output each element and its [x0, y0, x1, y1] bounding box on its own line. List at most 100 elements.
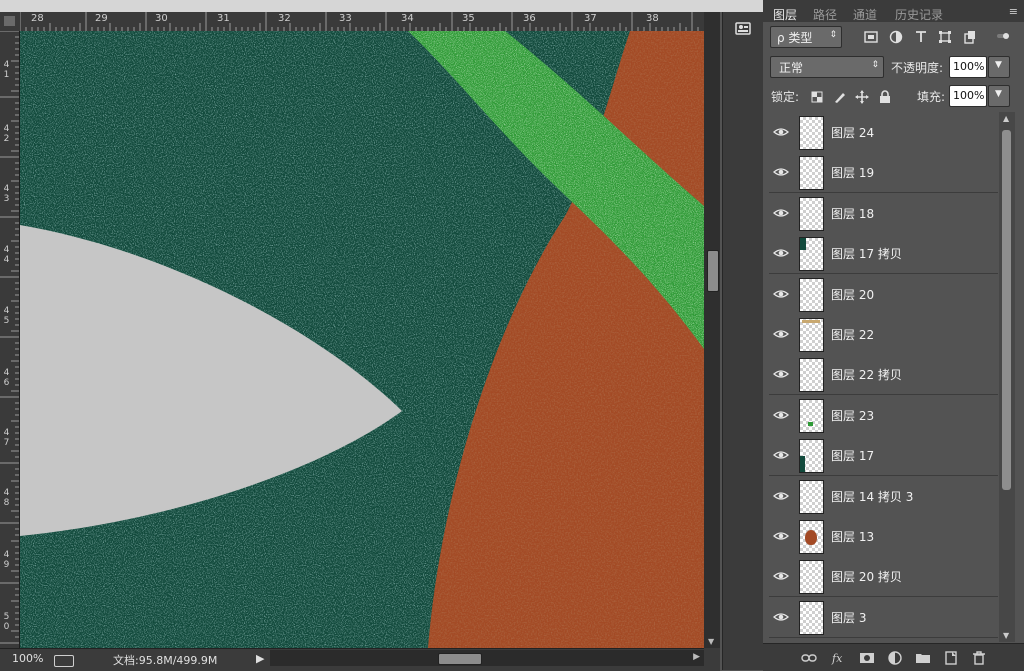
pixel-filter-icon[interactable] [864, 30, 878, 44]
layer-row[interactable]: 图层 22 拷贝 [769, 354, 998, 396]
scroll-right-arrow[interactable]: ▶ [693, 652, 700, 662]
layer-thumbnail[interactable] [799, 156, 824, 191]
lock-all-icon[interactable] [878, 90, 892, 104]
layer-row[interactable]: 图层 17 拷贝 [769, 233, 998, 275]
visibility-eye-icon[interactable] [773, 528, 789, 544]
layer-row[interactable]: 图层 17 [769, 435, 998, 477]
layer-thumbnail[interactable] [799, 600, 824, 635]
shape-filter-icon[interactable] [938, 30, 952, 44]
visibility-eye-icon[interactable] [773, 286, 789, 302]
layer-name[interactable]: 图层 23 [831, 407, 874, 424]
lock-image-pixels-icon[interactable] [833, 90, 847, 104]
layer-list[interactable]: 图层 24 图层 19 图层 18 图层 17 拷贝 图层 20 图层 22 图层 22 拷… [769, 112, 998, 642]
fill-dropdown[interactable]: ▼ [988, 85, 1010, 107]
visibility-eye-icon[interactable] [773, 164, 789, 180]
canvas-vertical-scrollbar[interactable]: ▼ [704, 12, 720, 648]
layer-thumbnail[interactable] [799, 439, 824, 474]
blend-mode-select[interactable]: 正常 ⇕ [770, 56, 884, 78]
layer-name[interactable]: 图层 22 [831, 326, 874, 343]
layer-row[interactable]: 图层 20 [769, 273, 998, 315]
adjustment-filter-icon[interactable] [889, 30, 903, 44]
layer-thumbnail[interactable] [799, 116, 824, 150]
layer-thumbnail[interactable] [799, 318, 824, 352]
visibility-eye-icon[interactable] [773, 407, 789, 423]
layer-row[interactable]: 图层 18 [769, 192, 998, 234]
adjustment-layer-icon[interactable] [887, 650, 903, 666]
layer-thumbnail[interactable] [799, 560, 824, 595]
visibility-eye-icon[interactable] [773, 609, 789, 625]
visibility-eye-icon[interactable] [773, 326, 789, 342]
layer-thumbnail[interactable] [799, 196, 824, 231]
swatch-panel-icon[interactable] [735, 20, 751, 36]
visibility-eye-icon[interactable] [773, 245, 789, 261]
layer-name[interactable]: 图层 24 [831, 124, 874, 141]
layer-name[interactable]: 图层 13 [831, 528, 874, 545]
type-filter-icon[interactable] [914, 30, 928, 44]
smart-object-filter-icon[interactable] [963, 30, 977, 44]
filter-toggle-icon[interactable] [995, 28, 1011, 44]
ruler-origin[interactable] [0, 12, 21, 32]
zoom-level[interactable]: 100% [12, 652, 43, 665]
lock-position-icon[interactable] [855, 90, 869, 104]
layer-row[interactable]: 图层 19 [769, 152, 998, 194]
horizontal-scroll-thumb[interactable] [438, 653, 482, 665]
tab-paths[interactable]: 路径 [813, 6, 837, 23]
new-layer-icon[interactable] [943, 650, 959, 666]
layer-name[interactable]: 图层 17 拷贝 [831, 245, 902, 262]
layer-name[interactable]: 图层 19 [831, 164, 874, 181]
list-scroll-down-arrow[interactable]: ▼ [1003, 631, 1009, 640]
layer-style-fx-icon[interactable]: fx [831, 650, 847, 666]
layer-row[interactable]: 图层 14 拷贝 3 [769, 475, 998, 517]
fill-input[interactable]: 100% [949, 85, 987, 107]
layer-thumbnail[interactable] [799, 358, 824, 393]
layer-row[interactable]: 图层 20 拷贝 [769, 556, 998, 598]
layer-thumbnail[interactable] [799, 479, 824, 514]
layer-row[interactable]: 图层 23 [769, 394, 998, 436]
list-scroll-up-arrow[interactable]: ▲ [1003, 114, 1009, 123]
layer-name[interactable]: 图层 18 [831, 205, 874, 222]
layer-row[interactable]: 图层 3 [769, 596, 998, 638]
add-mask-icon[interactable] [859, 650, 875, 666]
panel-menu-icon[interactable]: ≡ [1009, 5, 1018, 18]
layer-name[interactable]: 图层 22 拷贝 [831, 366, 902, 383]
tab-channels[interactable]: 通道 [853, 6, 877, 23]
visibility-eye-icon[interactable] [773, 205, 789, 221]
ruler-v-label: 4 [3, 306, 10, 316]
layer-name[interactable]: 图层 20 [831, 286, 874, 303]
visibility-eye-icon[interactable] [773, 124, 789, 140]
tab-history[interactable]: 历史记录 [895, 6, 943, 23]
tab-layers[interactable]: 图层 [773, 6, 797, 23]
layer-name[interactable]: 图层 20 拷贝 [831, 568, 902, 585]
layer-name[interactable]: 图层 3 [831, 609, 866, 626]
visibility-eye-icon[interactable] [773, 366, 789, 382]
list-scroll-thumb[interactable] [1002, 130, 1011, 490]
link-layers-icon[interactable] [801, 650, 817, 666]
layer-row[interactable]: 图层 13 [769, 516, 998, 557]
horizontal-ruler[interactable]: 28 29 30 31 32 33 34 35 36 37 38 [20, 12, 704, 32]
visibility-eye-icon[interactable] [773, 568, 789, 584]
lock-transparent-pixels-icon[interactable] [810, 90, 824, 104]
layer-name[interactable]: 图层 17 [831, 447, 874, 464]
layer-row[interactable]: 图层 22 [769, 314, 998, 355]
visibility-eye-icon[interactable] [773, 447, 789, 463]
layer-thumbnail[interactable] [799, 277, 824, 312]
layer-row[interactable]: 图层 24 [769, 112, 998, 153]
canvas-horizontal-scrollbar[interactable]: ▶ [270, 650, 704, 666]
status-menu-arrow-icon[interactable]: ▶ [256, 652, 264, 665]
scroll-down-arrow[interactable]: ▼ [708, 637, 714, 646]
layer-filter-select[interactable]: ρ 类型 ⇕ [770, 26, 842, 48]
layer-list-scrollbar[interactable]: ▲ ▼ [999, 112, 1015, 642]
layer-name[interactable]: 图层 14 拷贝 3 [831, 488, 913, 505]
delete-layer-trash-icon[interactable] [971, 650, 987, 666]
opacity-dropdown[interactable]: ▼ [988, 56, 1010, 78]
layer-thumbnail[interactable] [799, 520, 824, 554]
vertical-scroll-thumb[interactable] [707, 250, 719, 292]
document-canvas[interactable] [20, 31, 704, 648]
vertical-ruler[interactable]: 41424344454647484950 [0, 31, 20, 648]
visibility-eye-icon[interactable] [773, 488, 789, 504]
opacity-input[interactable]: 100% [949, 56, 987, 78]
layer-thumbnail[interactable] [799, 398, 824, 433]
new-group-folder-icon[interactable] [915, 650, 931, 666]
layer-thumbnail[interactable] [799, 237, 824, 272]
proof-setup-icon[interactable] [54, 655, 74, 667]
